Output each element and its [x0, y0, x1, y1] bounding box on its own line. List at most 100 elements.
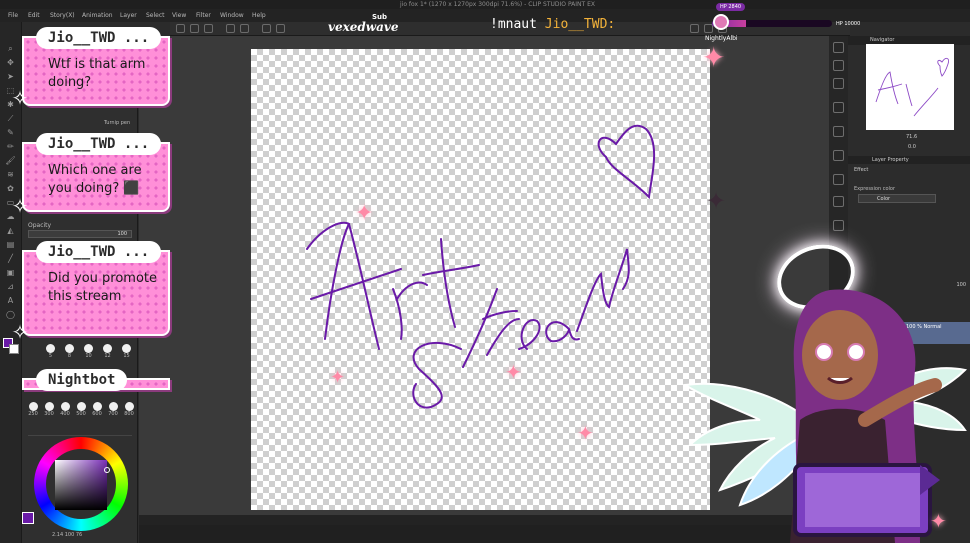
snap-icon[interactable] — [690, 24, 699, 33]
brush-size-dot — [92, 402, 102, 411]
letter-a-left-stroke — [306, 221, 351, 340]
brush-size-option[interactable]: 300 — [42, 402, 56, 422]
clear-icon[interactable] — [276, 24, 285, 33]
fill-tool-icon[interactable]: ◭ — [4, 226, 17, 235]
brush-size-option[interactable]: 400 — [58, 402, 72, 422]
chat-text: Did you promote this stream — [48, 271, 158, 304]
rotation-value: 0.0 — [908, 144, 916, 150]
brush-size-option[interactable]: 10 — [80, 344, 97, 364]
menu-item-storyx[interactable]: Story(X) — [50, 10, 75, 21]
heart-doodle — [597, 124, 656, 200]
text-tool-icon[interactable]: A — [4, 296, 17, 305]
current-color-swatch[interactable] — [22, 512, 34, 524]
zoom-out-icon[interactable] — [833, 60, 844, 71]
letter-a-right-stroke — [348, 223, 380, 350]
figure-tool-icon[interactable]: ╱ — [4, 254, 17, 263]
ruler-tool-icon[interactable]: ⊿ — [4, 282, 17, 291]
move-tool-icon[interactable]: ✥ — [4, 58, 17, 67]
brush-size-dot — [46, 344, 55, 353]
brush-size-dot — [122, 344, 131, 353]
brush-tool-icon[interactable]: 🖌 — [4, 156, 17, 165]
drawing-canvas[interactable] — [251, 49, 710, 510]
search-icon[interactable] — [833, 196, 844, 207]
menu-item-file[interactable]: File — [8, 10, 18, 21]
expression-color-select[interactable]: Color — [858, 194, 936, 203]
color-wheel-tabs[interactable] — [28, 426, 132, 436]
menu-item-help[interactable]: Help — [252, 10, 266, 21]
pencil-tool-icon[interactable]: ✏ — [4, 142, 17, 151]
menu-item-view[interactable]: View — [172, 10, 186, 21]
brush-size-dot — [103, 344, 112, 353]
balloon-tool-icon[interactable]: ◯ — [4, 310, 17, 319]
brush-size-option[interactable]: 12 — [99, 344, 116, 364]
gradient-tool-icon[interactable]: ▤ — [4, 240, 17, 249]
menu-item-window[interactable]: Window — [220, 10, 244, 21]
transform-icon[interactable] — [262, 24, 271, 33]
brush-size-label: 8 — [67, 353, 72, 359]
zoom-value: 71.6 — [906, 134, 918, 140]
brush-size-option[interactable]: 250 — [26, 402, 40, 422]
decoration-tool-icon[interactable]: ✿ — [4, 184, 17, 193]
brush-size-option[interactable]: 15 — [118, 344, 135, 364]
brush-size-label: 15 — [123, 353, 130, 359]
brush-size-option[interactable]: 500 — [74, 402, 88, 422]
airbrush-tool-icon[interactable]: ≋ — [4, 170, 17, 179]
rotation-control[interactable]: 0.0 — [852, 144, 968, 151]
menu-item-filter[interactable]: Filter — [196, 10, 211, 21]
flip-icon[interactable] — [833, 102, 844, 113]
rotate-icon[interactable] — [833, 126, 844, 137]
title-bar: jio fox 1* (1270 x 1270px 300dpi 71.6%) … — [0, 0, 970, 9]
sparkle-icon: ✦ — [355, 201, 374, 226]
letter-e-stroke — [518, 319, 541, 350]
brush-size-grid: 5 8 10 12 15 — [42, 344, 138, 366]
brush-size-option[interactable]: 800 — [122, 402, 136, 422]
undo-icon[interactable] — [226, 24, 235, 33]
redo-icon[interactable] — [240, 24, 249, 33]
pen-tool-icon[interactable]: ✎ — [4, 128, 17, 137]
menu-item-layer[interactable]: Layer — [120, 10, 137, 21]
brush-size-label: 500 — [76, 411, 86, 417]
zoom-in-icon[interactable] — [833, 42, 844, 53]
menu-item-animation[interactable]: Animation — [82, 10, 113, 21]
brush-size-dot — [84, 344, 93, 353]
operation-tool-icon[interactable]: ➤ — [4, 72, 17, 81]
zoom-control[interactable]: 71.6 — [852, 134, 968, 141]
brush-size-grid-large: 250 300 400 500 600 700 800 — [26, 402, 138, 424]
layer-icon[interactable] — [833, 150, 844, 161]
brush-size-option[interactable]: 5 — [42, 344, 59, 364]
frame-tool-icon[interactable]: ▣ — [4, 268, 17, 277]
menu-item-edit[interactable]: Edit — [28, 10, 40, 21]
sparkle-icon: ✧ — [11, 194, 29, 218]
brush-size-dot — [44, 402, 54, 411]
save-icon[interactable] — [204, 24, 213, 33]
zoom-tool-icon[interactable]: ⌕ — [4, 44, 17, 53]
history-icon[interactable] — [833, 220, 844, 231]
menu-item-select[interactable]: Select — [146, 10, 165, 21]
opacity-value: 100 — [117, 231, 127, 237]
brush-size-label: 10 — [85, 353, 92, 359]
tool-name: Turnip pen — [104, 120, 131, 126]
brush-size-option[interactable]: 600 — [90, 402, 104, 422]
eyedropper-tool-icon[interactable]: ⟋ — [4, 114, 17, 123]
material-icon[interactable] — [833, 174, 844, 185]
sub-color-swatch[interactable] — [9, 344, 19, 354]
brush-size-option[interactable]: 700 — [106, 402, 120, 422]
tab-layer-property[interactable]: Layer Property — [872, 156, 909, 164]
letter-m-stroke — [576, 248, 630, 332]
fit-icon[interactable] — [833, 78, 844, 89]
brush-size-dot — [124, 402, 134, 411]
brush-size-dot — [60, 402, 70, 411]
opacity-slider[interactable]: 100 — [28, 230, 132, 238]
sparkle-icon: ✧ — [11, 320, 29, 344]
chat-text: Which one are you doing? ⬛ — [48, 163, 142, 196]
hue-marker[interactable] — [104, 467, 110, 473]
color-saturation-square[interactable] — [55, 460, 107, 510]
navigator-preview[interactable] — [866, 44, 954, 130]
letter-s-stroke — [412, 341, 462, 409]
open-icon[interactable] — [190, 24, 199, 33]
sparkle-icon: ✦ — [702, 41, 726, 74]
smile — [827, 376, 853, 384]
redeem-command: !mnaut — [490, 17, 537, 32]
brush-size-option[interactable]: 8 — [61, 344, 78, 364]
new-icon[interactable] — [176, 24, 185, 33]
